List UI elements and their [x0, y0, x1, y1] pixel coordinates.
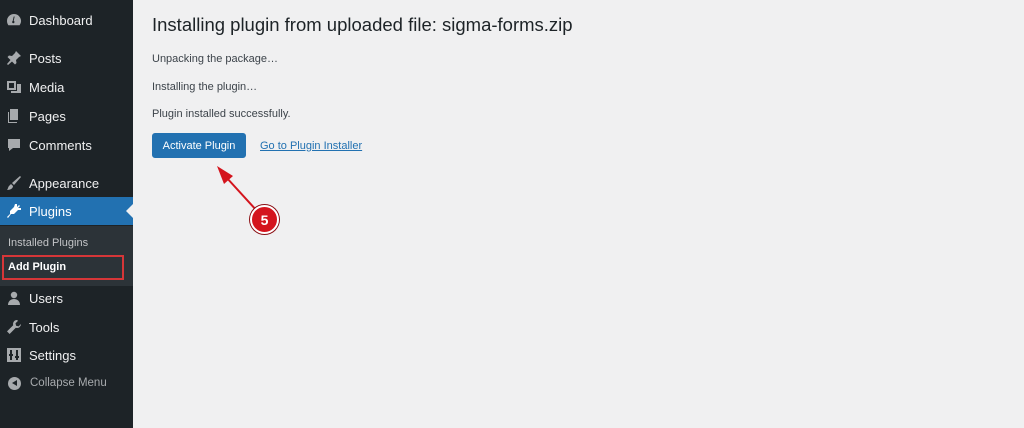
sidebar-item-label: Settings: [29, 347, 76, 363]
plugin-icon: [6, 203, 22, 219]
log-line-installing: Installing the plugin…: [152, 81, 258, 93]
sidebar-item-label: Media: [29, 79, 65, 95]
collapse-arrow-icon: [8, 376, 21, 390]
sidebar-item-tools[interactable]: Tools: [0, 313, 133, 341]
log-line-unpacking: Unpacking the package…: [152, 53, 278, 65]
sidebar-item-label: Comments: [29, 137, 92, 153]
log-line-success: Plugin installed successfully.: [152, 108, 291, 120]
sidebar-item-label: Dashboard: [29, 12, 93, 28]
sidebar-item-plugins[interactable]: Plugins: [0, 197, 134, 225]
sidebar-item-label: Tools: [29, 319, 60, 335]
sidebar-item-label: Users: [29, 290, 63, 306]
sidebar-item-users[interactable]: Users: [0, 284, 133, 312]
sidebar-item-label: Pages: [29, 108, 66, 124]
page-title: Installing plugin from uploaded file: si…: [152, 14, 573, 35]
plugins-submenu: Installed Plugins Add Plugin: [0, 226, 133, 286]
comments-icon: [6, 137, 22, 153]
sidebar-item-pages[interactable]: Pages: [0, 102, 133, 130]
pages-icon: [6, 108, 22, 124]
sidebar-item-label: Plugins: [29, 203, 72, 219]
sidebar-item-comments[interactable]: Comments: [0, 131, 133, 159]
submenu-item-installed-plugins[interactable]: Installed Plugins: [8, 237, 88, 249]
sidebar-item-media[interactable]: Media: [0, 73, 133, 101]
collapse-menu-label: Collapse Menu: [30, 377, 107, 389]
go-to-plugin-installer-link[interactable]: Go to Plugin Installer: [260, 140, 362, 152]
media-icon: [6, 79, 22, 95]
submenu-item-add-plugin[interactable]: Add Plugin: [8, 261, 66, 273]
sidebar-item-label: Appearance: [29, 175, 100, 191]
dashboard-icon: [6, 12, 22, 28]
sidebar-item-label: Posts: [29, 50, 62, 66]
wrench-icon: [6, 319, 22, 335]
admin-sidebar: Dashboard Posts Media Pages Comments App…: [0, 0, 134, 428]
user-icon: [6, 290, 22, 306]
collapse-menu-button[interactable]: Collapse Menu: [0, 369, 133, 397]
settings-icon: [6, 347, 22, 363]
sidebar-item-appearance[interactable]: Appearance: [0, 169, 133, 197]
step-number-badge: 5: [250, 205, 279, 234]
activate-plugin-button[interactable]: Activate Plugin: [152, 133, 246, 158]
sidebar-item-settings[interactable]: Settings: [0, 341, 133, 369]
pin-icon: [6, 50, 22, 66]
brush-icon: [6, 175, 22, 191]
current-menu-arrow: [126, 203, 134, 219]
sidebar-item-posts[interactable]: Posts: [0, 44, 133, 72]
sidebar-item-dashboard[interactable]: Dashboard: [0, 6, 133, 34]
